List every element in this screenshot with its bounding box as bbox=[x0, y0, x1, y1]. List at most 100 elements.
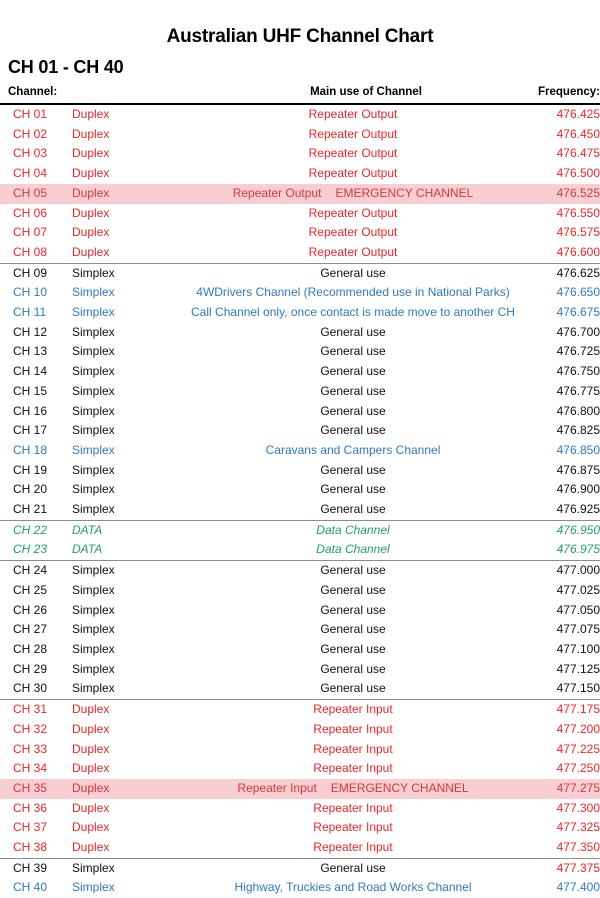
table-row: CH 19 Simplex General use 476.875 bbox=[0, 461, 600, 481]
table-row: CH 23 DATA Data Channel 476.975 bbox=[0, 540, 600, 560]
cell-use: General use bbox=[184, 857, 522, 879]
cell-use: Caravans and Campers Channel bbox=[265, 442, 441, 457]
table-row: CH 36 Duplex Repeater Input 477.300 bbox=[0, 799, 600, 819]
table-header-row: Channel: Main use of Channel Frequency: bbox=[0, 86, 600, 104]
cell-mode: Simplex bbox=[72, 681, 115, 696]
cell-frequency: 477.050 bbox=[556, 602, 600, 617]
cell-use: General use bbox=[320, 383, 386, 398]
cell-mode: DATA bbox=[72, 542, 103, 557]
cell-channel: CH 33 bbox=[13, 741, 48, 756]
cell-frequency: 476.825 bbox=[556, 423, 600, 438]
table-row: CH 07 Duplex Repeater Output 476.575 bbox=[0, 223, 600, 243]
table-row: CH 02 Duplex Repeater Output 476.450 bbox=[0, 125, 600, 145]
cell-frequency: 476.475 bbox=[556, 146, 600, 161]
cell-mode: Simplex bbox=[72, 482, 115, 497]
cell-use: General use bbox=[320, 423, 386, 438]
cell-frequency: 476.950 bbox=[522, 519, 600, 541]
use-text: Repeater Input bbox=[237, 780, 317, 795]
cell-frequency: 477.000 bbox=[522, 560, 600, 581]
cell-frequency: 477.250 bbox=[556, 761, 600, 776]
cell-channel: CH 07 bbox=[13, 225, 48, 240]
cell-use: Repeater Output bbox=[308, 205, 398, 220]
cell-frequency: 476.525 bbox=[556, 185, 600, 200]
table-row: CH 32 Duplex Repeater Input 477.200 bbox=[0, 720, 600, 740]
cell-use: Repeater Input bbox=[313, 741, 393, 756]
cell-frequency: 477.200 bbox=[556, 721, 600, 736]
cell-channel: CH 14 bbox=[13, 364, 48, 379]
table-row: CH 34 Duplex Repeater Input 477.250 bbox=[0, 759, 600, 779]
cell-mode: Duplex bbox=[72, 761, 110, 776]
page-title: Australian UHF Channel Chart bbox=[166, 26, 434, 47]
table-row: CH 31 Duplex Repeater Input 477.175 bbox=[0, 699, 600, 720]
channel-table: Channel: Main use of Channel Frequency: … bbox=[0, 86, 600, 898]
cell-use: Repeater Input EMERGENCY CHANNEL bbox=[184, 779, 522, 799]
cell-mode: Duplex bbox=[72, 840, 110, 855]
table-row: CH 11 Simplex Call Channel only, once cont… bbox=[0, 303, 600, 323]
table-row: CH 17 Simplex General use 476.825 bbox=[0, 421, 600, 441]
cell-frequency: 476.550 bbox=[556, 205, 600, 220]
table-row: CH 13 Simplex General use 476.725 bbox=[0, 342, 600, 362]
use-text: Repeater Output bbox=[232, 185, 322, 200]
cell-frequency: 477.025 bbox=[556, 582, 600, 597]
cell-mode: Duplex bbox=[72, 126, 110, 141]
page-subtitle: CH 01 - CH 40 bbox=[8, 57, 124, 77]
cell-use: General use bbox=[320, 622, 386, 637]
cell-mode: Simplex bbox=[72, 324, 115, 339]
table-row: CH 01 Duplex Repeater Output 476.425 bbox=[0, 104, 600, 125]
cell-channel: CH 10 bbox=[13, 285, 48, 300]
cell-mode: Duplex bbox=[72, 185, 110, 200]
cell-mode: Simplex bbox=[72, 582, 115, 597]
cell-channel: CH 28 bbox=[13, 641, 48, 656]
column-header-frequency: Frequency: bbox=[538, 86, 600, 98]
cell-use: Repeater Input bbox=[313, 761, 393, 776]
cell-use: Repeater Output bbox=[308, 244, 398, 259]
table-row: CH 20 Simplex General use 476.900 bbox=[0, 480, 600, 500]
table-row: CH 39 Simplex General use 477.375 bbox=[0, 857, 600, 879]
cell-mode: Duplex bbox=[72, 800, 110, 815]
cell-channel: CH 04 bbox=[13, 166, 48, 181]
cell-frequency: 477.325 bbox=[556, 820, 600, 835]
cell-use: General use bbox=[320, 582, 386, 597]
cell-channel: CH 40 bbox=[13, 880, 48, 895]
cell-frequency: 477.275 bbox=[556, 780, 600, 795]
cell-channel: CH 36 bbox=[13, 800, 48, 815]
cell-frequency: 476.900 bbox=[556, 482, 600, 497]
table-row: CH 26 Simplex General use 477.050 bbox=[0, 601, 600, 621]
cell-frequency: 477.125 bbox=[556, 661, 600, 676]
table-row: CH 10 Simplex 4WDrivers Channel (Recommend… bbox=[0, 283, 600, 303]
cell-mode: Duplex bbox=[72, 225, 110, 240]
table-row: CH 35 Duplex Repeater Input EMERGENCY CHANN… bbox=[0, 778, 600, 799]
cell-mode: Simplex bbox=[72, 462, 115, 477]
table-row: CH 37 Duplex Repeater Input 477.325 bbox=[0, 818, 600, 838]
cell-channel: CH 08 bbox=[13, 244, 48, 259]
cell-frequency: 476.700 bbox=[556, 324, 600, 339]
table-body: CH 01 Duplex Repeater Output 476.425 CH 02 Du… bbox=[0, 104, 600, 898]
cell-use: Call Channel only, once contact is made … bbox=[191, 305, 515, 320]
table-row: CH 04 Duplex Repeater Output 476.500 bbox=[0, 164, 600, 184]
cell-channel: CH 06 bbox=[13, 205, 48, 220]
cell-use: General use bbox=[320, 482, 386, 497]
cell-channel: CH 27 bbox=[13, 622, 48, 637]
cell-channel: CH 09 bbox=[0, 262, 72, 284]
cell-channel: CH 13 bbox=[13, 344, 48, 359]
cell-use: General use bbox=[320, 403, 386, 418]
cell-mode: Simplex bbox=[72, 262, 184, 284]
cell-channel: CH 21 bbox=[13, 502, 48, 517]
cell-use: Repeater Output bbox=[308, 146, 398, 161]
cell-channel: CH 18 bbox=[13, 442, 48, 457]
table-row: CH 21 Simplex General use 476.925 bbox=[0, 500, 600, 520]
table-row: CH 12 Simplex General use 476.700 bbox=[0, 323, 600, 343]
cell-mode: Simplex bbox=[72, 305, 115, 320]
cell-use: Data Channel bbox=[316, 542, 390, 557]
cell-channel: CH 35 bbox=[13, 780, 48, 795]
cell-frequency: 476.675 bbox=[556, 305, 600, 320]
cell-mode: Simplex bbox=[72, 880, 115, 895]
cell-frequency: 477.225 bbox=[556, 741, 600, 756]
cell-channel: CH 03 bbox=[13, 146, 48, 161]
cell-mode: Simplex bbox=[72, 641, 115, 656]
cell-frequency: 477.100 bbox=[556, 641, 600, 656]
cell-mode: Duplex bbox=[72, 721, 110, 736]
cell-use: General use bbox=[320, 364, 386, 379]
cell-mode: Simplex bbox=[72, 602, 115, 617]
cell-mode: Simplex bbox=[72, 661, 115, 676]
